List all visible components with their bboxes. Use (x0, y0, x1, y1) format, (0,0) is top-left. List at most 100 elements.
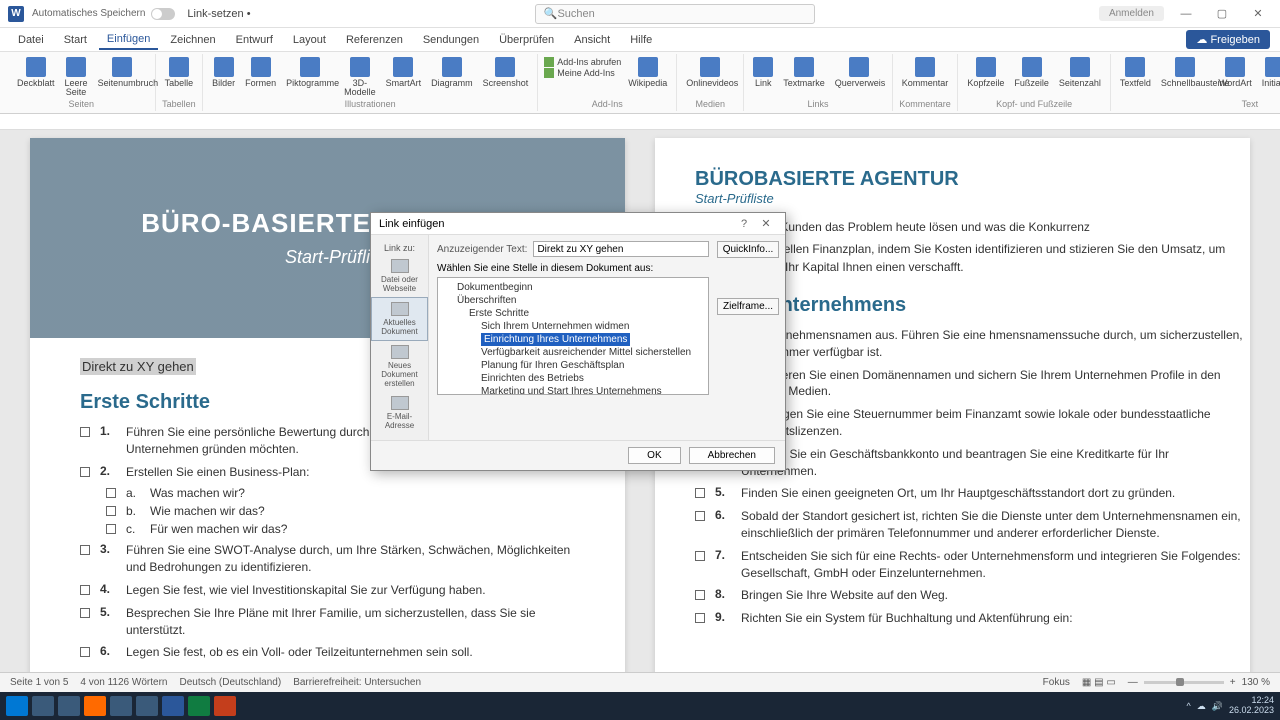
smartart-button[interactable]: SmartArt (383, 57, 425, 88)
start-button[interactable] (6, 696, 28, 716)
checkbox-icon[interactable] (695, 590, 705, 600)
toggle-switch[interactable] (151, 8, 175, 20)
ok-button[interactable]: OK (628, 447, 680, 464)
zoom-slider[interactable] (1144, 681, 1224, 684)
tab-ansicht[interactable]: Ansicht (566, 31, 618, 49)
tab-start[interactable]: Start (56, 31, 95, 49)
taskbar-app[interactable] (84, 696, 106, 716)
textfeld-button[interactable]: Textfeld (1117, 57, 1154, 88)
page-indicator[interactable]: Seite 1 von 5 (10, 677, 68, 688)
addins-abrufen-button[interactable]: Add-Ins abrufen (544, 57, 621, 67)
leere-seite-button[interactable]: Leere Seite (62, 57, 91, 97)
kopfzeile-button[interactable]: Kopfzeile (964, 57, 1007, 88)
checkbox-icon[interactable] (80, 467, 90, 477)
zoom-control[interactable]: —+ 130 % (1128, 677, 1270, 688)
querverweis-button[interactable]: Querverweis (832, 57, 886, 88)
dialog-close-button[interactable]: ✕ (755, 217, 777, 230)
dialog-help-button[interactable]: ? (733, 218, 755, 230)
link-button[interactable]: Link (750, 57, 776, 88)
checkbox-icon[interactable] (695, 613, 705, 623)
checkbox-icon[interactable] (106, 506, 116, 516)
display-text-input[interactable] (533, 241, 709, 257)
linktype-file-web[interactable]: Datei oder Webseite (371, 255, 428, 297)
schnellbausteine-button[interactable]: Schnellbausteine (1158, 57, 1212, 88)
kommentar-button[interactable]: Kommentar (899, 57, 952, 88)
tab-entwurf[interactable]: Entwurf (228, 31, 281, 49)
close-button[interactable]: ✕ (1244, 7, 1272, 20)
checkbox-icon[interactable] (106, 488, 116, 498)
meine-addins-button[interactable]: Meine Add-Ins (544, 68, 621, 78)
piktogramme-button[interactable]: Piktogramme (283, 57, 337, 88)
checkbox-icon[interactable] (106, 524, 116, 534)
taskbar-app[interactable] (58, 696, 80, 716)
tab-sendungen[interactable]: Sendungen (415, 31, 487, 49)
linktype-current-doc[interactable]: Aktuelles Dokument (371, 297, 428, 341)
tree-node[interactable]: Verfügbarkeit ausreichender Mittel siche… (441, 346, 705, 359)
deckblatt-button[interactable]: Deckblatt (14, 57, 58, 88)
tree-node[interactable]: Dokumentbeginn (441, 281, 705, 294)
quickinfo-button[interactable]: QuickInfo... (717, 241, 779, 258)
tree-node-selected[interactable]: Einrichtung Ihres Unternehmens (481, 333, 630, 346)
taskbar-app[interactable] (214, 696, 236, 716)
tab-datei[interactable]: Datei (10, 31, 52, 49)
language-indicator[interactable]: Deutsch (Deutschland) (179, 677, 281, 688)
tree-node[interactable]: Marketing und Start Ihres Unternehmens (441, 385, 705, 395)
bilder-button[interactable]: Bilder (209, 57, 238, 88)
share-button[interactable]: ☁ Freigeben (1186, 30, 1270, 49)
word-count[interactable]: 4 von 1126 Wörtern (80, 677, 167, 688)
selected-link-text[interactable]: Direkt zu XY gehen (80, 358, 196, 375)
formen-button[interactable]: Formen (242, 57, 279, 88)
view-icons[interactable]: ▦ ▤ ▭ (1082, 677, 1116, 688)
fusszeile-button[interactable]: Fußzeile (1011, 57, 1052, 88)
seitenzahl-button[interactable]: Seitenzahl (1056, 57, 1104, 88)
taskbar-app[interactable] (162, 696, 184, 716)
system-tray[interactable]: ^☁🔊 12:2426.02.2023 (1187, 696, 1275, 716)
taskbar-app[interactable] (136, 696, 158, 716)
tab-ueberpruefen[interactable]: Überprüfen (491, 31, 562, 49)
tab-hilfe[interactable]: Hilfe (622, 31, 660, 49)
seitenumbruch-button[interactable]: Seitenumbruch (95, 57, 149, 88)
checkbox-icon[interactable] (695, 511, 705, 521)
bookmark-tree[interactable]: Dokumentbeginn Überschriften Erste Schri… (437, 277, 709, 395)
checkbox-icon[interactable] (80, 427, 90, 437)
login-button[interactable]: Anmelden (1099, 6, 1164, 21)
tree-node[interactable]: Sich Ihrem Unternehmen widmen (441, 320, 705, 333)
minimize-button[interactable]: — (1172, 8, 1200, 20)
checkbox-icon[interactable] (695, 488, 705, 498)
tab-referenzen[interactable]: Referenzen (338, 31, 411, 49)
search-box[interactable]: 🔍 Suchen (535, 4, 815, 24)
cancel-button[interactable]: Abbrechen (689, 447, 775, 464)
tree-node[interactable]: Planung für Ihren Geschäftsplan (441, 359, 705, 372)
screenshot-button[interactable]: Screenshot (480, 57, 532, 88)
textmarke-button[interactable]: Textmarke (780, 57, 828, 88)
tab-layout[interactable]: Layout (285, 31, 334, 49)
tree-node[interactable]: Einrichten des Betriebs (441, 372, 705, 385)
taskbar-app[interactable] (188, 696, 210, 716)
checkbox-icon[interactable] (80, 647, 90, 657)
tree-node[interactable]: Überschriften (441, 294, 705, 307)
diagramm-button[interactable]: Diagramm (428, 57, 476, 88)
tab-einfuegen[interactable]: Einfügen (99, 30, 158, 50)
wikipedia-button[interactable]: Wikipedia (625, 57, 670, 88)
tabelle-button[interactable]: Tabelle (162, 57, 197, 88)
maximize-button[interactable]: ▢ (1208, 7, 1236, 20)
onlinevideos-button[interactable]: Onlinevideos (683, 57, 737, 88)
3d-modelle-button[interactable]: 3D-Modelle (341, 57, 379, 97)
tab-zeichnen[interactable]: Zeichnen (162, 31, 223, 49)
linktype-new-doc[interactable]: Neues Dokument erstellen (371, 341, 428, 392)
initiale-button[interactable]: Initiale (1259, 57, 1280, 88)
taskbar-app[interactable] (110, 696, 132, 716)
checkbox-icon[interactable] (80, 545, 90, 555)
focus-mode[interactable]: Fokus (1043, 677, 1070, 688)
checkbox-icon[interactable] (80, 608, 90, 618)
checkbox-icon[interactable] (80, 585, 90, 595)
accessibility-indicator[interactable]: Barrierefreiheit: Untersuchen (293, 677, 421, 688)
autosave-toggle[interactable]: Automatisches Speichern (32, 8, 175, 20)
taskbar-app[interactable] (32, 696, 54, 716)
targetframe-button[interactable]: Zielframe... (717, 298, 779, 315)
checkbox-icon[interactable] (695, 551, 705, 561)
tree-node[interactable]: Erste Schritte (441, 307, 705, 320)
document-name[interactable]: Link-setzen • (187, 8, 250, 20)
wordart-button[interactable]: WordArt (1216, 57, 1255, 88)
ruler[interactable] (0, 114, 1280, 130)
